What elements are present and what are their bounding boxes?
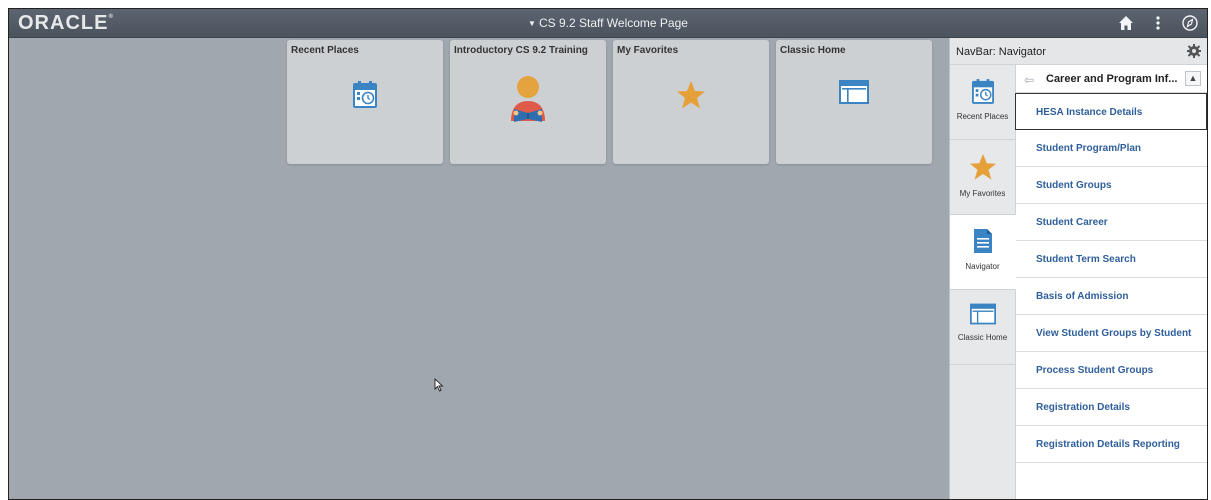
star-icon [969,153,996,180]
window-icon [839,80,869,109]
tab-label: Navigator [965,262,1000,271]
tile-my-favorites[interactable]: My Favorites [613,40,769,164]
banner-actions [1115,12,1201,34]
navbar-header: NavBar: Navigator [950,38,1207,65]
calendar-clock-icon [971,79,994,104]
window-icon [969,303,996,325]
page-title-text: CS 9.2 Staff Welcome Page [538,16,688,30]
navigator-item-label: Student Term Search [1036,254,1136,265]
navigator-item-label: Student Program/Plan [1036,143,1142,154]
navigator-item[interactable]: Basis of Admission [1016,278,1207,315]
navigator-item[interactable]: Registration Details Reporting [1016,426,1207,463]
top-banner: ORACLE® ▼ CS 9.2 Staff Welcome Page [9,9,1207,38]
navigator-item[interactable]: Process Student Groups [1016,352,1207,389]
tab-my-favorites[interactable]: My Favorites [950,140,1015,215]
mouse-cursor-icon [434,377,444,397]
back-arrow-icon[interactable]: ⇦ [1024,73,1034,87]
navigator-item[interactable]: Student Career [1016,204,1207,241]
navigator-content: ⇦ Career and Program Inf... ▲ HESA Insta… [1015,65,1207,499]
tile-title: Introductory CS 9.2 Training [454,45,588,56]
home-icon[interactable] [1115,12,1137,34]
navbar-compass-icon[interactable] [1179,12,1201,34]
tile-classic-home[interactable]: Classic Home [776,40,932,164]
navigator-breadcrumb: ⇦ Career and Program Inf... ▲ [1016,65,1207,93]
tab-label: Classic Home [957,333,1008,342]
tile-recent-places[interactable]: Recent Places [287,40,443,164]
tile-title: My Favorites [617,45,679,56]
page-title[interactable]: ▼ CS 9.2 Staff Welcome Page [9,16,1207,30]
breadcrumb-label[interactable]: Career and Program Inf... [1046,73,1177,85]
navigator-item-label: HESA Instance Details [1036,107,1143,118]
navigator-item-label: Basis of Admission [1036,291,1129,302]
dropdown-triangle-icon: ▼ [528,19,536,28]
tile-introductory-training[interactable]: Introductory CS 9.2 Training [450,40,606,164]
actions-menu-icon[interactable] [1147,12,1169,34]
navbar-tabs: Recent Places My Favorites Navigator Cla… [950,65,1016,499]
navbar-panel: NavBar: Navigator Recent Places My Favor… [949,38,1207,499]
navigator-item[interactable]: View Student Groups by Student [1016,315,1207,352]
navbar-title: NavBar: Navigator [956,46,1046,58]
tab-recent-places[interactable]: Recent Places [950,65,1015,140]
navigator-item-label: Process Student Groups [1036,365,1154,376]
go-to-top-icon[interactable]: ▲ [1185,71,1201,86]
calendar-clock-icon [353,80,377,113]
star-icon [676,80,706,115]
navigator-item[interactable]: HESA Instance Details [1015,93,1207,130]
reader-person-icon [506,75,550,128]
tab-navigator[interactable]: Navigator [950,215,1016,290]
tab-classic-home[interactable]: Classic Home [950,290,1015,365]
navigator-item[interactable]: Student Term Search [1016,241,1207,278]
navigator-item[interactable]: Registration Details [1016,389,1207,426]
navigator-item-label: Student Career [1036,217,1108,228]
gear-icon[interactable] [1187,44,1201,63]
navigator-item-label: View Student Groups by Student [1036,328,1192,339]
tile-title: Recent Places [291,45,359,56]
document-icon [973,229,992,253]
tile-title: Classic Home [780,45,846,56]
tab-label: Recent Places [956,112,1009,121]
navigator-item-label: Registration Details [1036,402,1130,413]
tab-label: My Favorites [959,189,1006,198]
navigator-item[interactable]: Student Program/Plan [1016,130,1207,167]
browser-frame: ORACLE® ▼ CS 9.2 Staff Welcome Page Recen… [8,8,1208,500]
navigator-item[interactable]: Student Groups [1016,167,1207,204]
navigator-item-label: Student Groups [1036,180,1112,191]
navigator-item-label: Registration Details Reporting [1036,439,1180,450]
